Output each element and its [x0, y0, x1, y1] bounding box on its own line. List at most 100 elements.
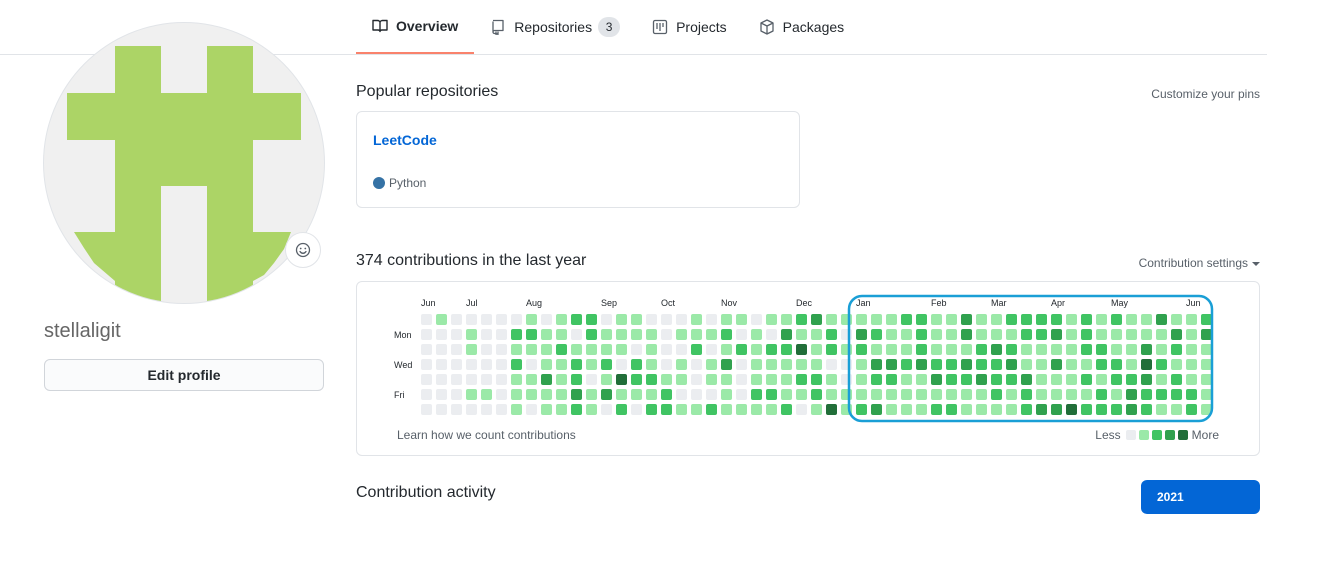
contribution-day-cell[interactable]: [556, 314, 567, 325]
contribution-day-cell[interactable]: [1036, 344, 1047, 355]
contribution-day-cell[interactable]: [1036, 374, 1047, 385]
contribution-day-cell[interactable]: [1156, 344, 1167, 355]
contribution-day-cell[interactable]: [541, 374, 552, 385]
contribution-day-cell[interactable]: [646, 329, 657, 340]
contribution-day-cell[interactable]: [691, 359, 702, 370]
contribution-day-cell[interactable]: [601, 389, 612, 400]
contribution-day-cell[interactable]: [661, 389, 672, 400]
contribution-day-cell[interactable]: [1156, 389, 1167, 400]
contribution-day-cell[interactable]: [721, 344, 732, 355]
contribution-day-cell[interactable]: [1021, 344, 1032, 355]
contribution-day-cell[interactable]: [901, 389, 912, 400]
contribution-day-cell[interactable]: [1201, 314, 1212, 325]
contribution-day-cell[interactable]: [631, 389, 642, 400]
contribution-day-cell[interactable]: [1171, 314, 1182, 325]
contribution-day-cell[interactable]: [466, 374, 477, 385]
contribution-day-cell[interactable]: [811, 329, 822, 340]
contribution-day-cell[interactable]: [1096, 359, 1107, 370]
contribution-day-cell[interactable]: [871, 389, 882, 400]
contribution-day-cell[interactable]: [661, 329, 672, 340]
contribution-day-cell[interactable]: [856, 329, 867, 340]
contribution-day-cell[interactable]: [571, 314, 582, 325]
contribution-day-cell[interactable]: [1126, 389, 1137, 400]
contribution-day-cell[interactable]: [1096, 314, 1107, 325]
contribution-day-cell[interactable]: [661, 359, 672, 370]
contribution-day-cell[interactable]: [1051, 314, 1062, 325]
contribution-settings-dropdown[interactable]: Contribution settings: [1139, 256, 1260, 270]
contribution-day-cell[interactable]: [1111, 344, 1122, 355]
contribution-day-cell[interactable]: [961, 389, 972, 400]
contribution-day-cell[interactable]: [526, 389, 537, 400]
contribution-day-cell[interactable]: [886, 374, 897, 385]
contribution-day-cell[interactable]: [1096, 389, 1107, 400]
contribution-day-cell[interactable]: [826, 329, 837, 340]
contribution-day-cell[interactable]: [1066, 359, 1077, 370]
contribution-day-cell[interactable]: [751, 404, 762, 415]
contribution-day-cell[interactable]: [1021, 329, 1032, 340]
contribution-day-cell[interactable]: [1006, 344, 1017, 355]
contribution-day-cell[interactable]: [991, 314, 1002, 325]
contribution-day-cell[interactable]: [871, 329, 882, 340]
contribution-day-cell[interactable]: [1186, 329, 1197, 340]
contribution-day-cell[interactable]: [781, 359, 792, 370]
contribution-day-cell[interactable]: [736, 374, 747, 385]
contribution-day-cell[interactable]: [541, 314, 552, 325]
contribution-day-cell[interactable]: [571, 389, 582, 400]
contribution-day-cell[interactable]: [781, 389, 792, 400]
contribution-day-cell[interactable]: [436, 329, 447, 340]
contribution-day-cell[interactable]: [721, 329, 732, 340]
contribution-day-cell[interactable]: [931, 344, 942, 355]
contribution-day-cell[interactable]: [676, 404, 687, 415]
contribution-day-cell[interactable]: [481, 329, 492, 340]
contribution-day-cell[interactable]: [1006, 404, 1017, 415]
contribution-day-cell[interactable]: [1081, 404, 1092, 415]
contribution-day-cell[interactable]: [1036, 329, 1047, 340]
contribution-day-cell[interactable]: [916, 389, 927, 400]
contribution-day-cell[interactable]: [451, 359, 462, 370]
contribution-day-cell[interactable]: [466, 389, 477, 400]
contribution-day-cell[interactable]: [496, 314, 507, 325]
contribution-day-cell[interactable]: [1036, 314, 1047, 325]
contribution-day-cell[interactable]: [706, 389, 717, 400]
contribution-day-cell[interactable]: [901, 359, 912, 370]
contribution-day-cell[interactable]: [886, 359, 897, 370]
contribution-day-cell[interactable]: [571, 374, 582, 385]
contribution-day-cell[interactable]: [451, 344, 462, 355]
contribution-day-cell[interactable]: [976, 374, 987, 385]
contribution-day-cell[interactable]: [946, 359, 957, 370]
contribution-day-cell[interactable]: [706, 314, 717, 325]
contribution-day-cell[interactable]: [991, 344, 1002, 355]
contribution-day-cell[interactable]: [826, 374, 837, 385]
contribution-day-cell[interactable]: [796, 359, 807, 370]
contribution-day-cell[interactable]: [601, 374, 612, 385]
contribution-day-cell[interactable]: [826, 389, 837, 400]
contribution-day-cell[interactable]: [781, 404, 792, 415]
contribution-day-cell[interactable]: [826, 344, 837, 355]
contribution-day-cell[interactable]: [436, 359, 447, 370]
contribution-day-cell[interactable]: [661, 344, 672, 355]
contribution-day-cell[interactable]: [481, 344, 492, 355]
contribution-day-cell[interactable]: [1186, 404, 1197, 415]
contribution-day-cell[interactable]: [976, 314, 987, 325]
contribution-day-cell[interactable]: [1126, 329, 1137, 340]
contribution-day-cell[interactable]: [1171, 359, 1182, 370]
contribution-day-cell[interactable]: [1201, 329, 1212, 340]
contribution-day-cell[interactable]: [736, 359, 747, 370]
contribution-day-cell[interactable]: [1066, 329, 1077, 340]
contribution-day-cell[interactable]: [1021, 389, 1032, 400]
contribution-day-cell[interactable]: [541, 344, 552, 355]
contribution-day-cell[interactable]: [511, 389, 522, 400]
contribution-day-cell[interactable]: [496, 359, 507, 370]
contribution-day-cell[interactable]: [421, 359, 432, 370]
contribution-day-cell[interactable]: [1141, 314, 1152, 325]
contribution-day-cell[interactable]: [751, 389, 762, 400]
contribution-day-cell[interactable]: [886, 344, 897, 355]
contribution-day-cell[interactable]: [466, 314, 477, 325]
contribution-day-cell[interactable]: [691, 389, 702, 400]
contribution-day-cell[interactable]: [1081, 329, 1092, 340]
contribution-day-cell[interactable]: [1141, 389, 1152, 400]
contribution-day-cell[interactable]: [631, 374, 642, 385]
contribution-day-cell[interactable]: [691, 374, 702, 385]
contribution-day-cell[interactable]: [1006, 329, 1017, 340]
contribution-day-cell[interactable]: [691, 329, 702, 340]
